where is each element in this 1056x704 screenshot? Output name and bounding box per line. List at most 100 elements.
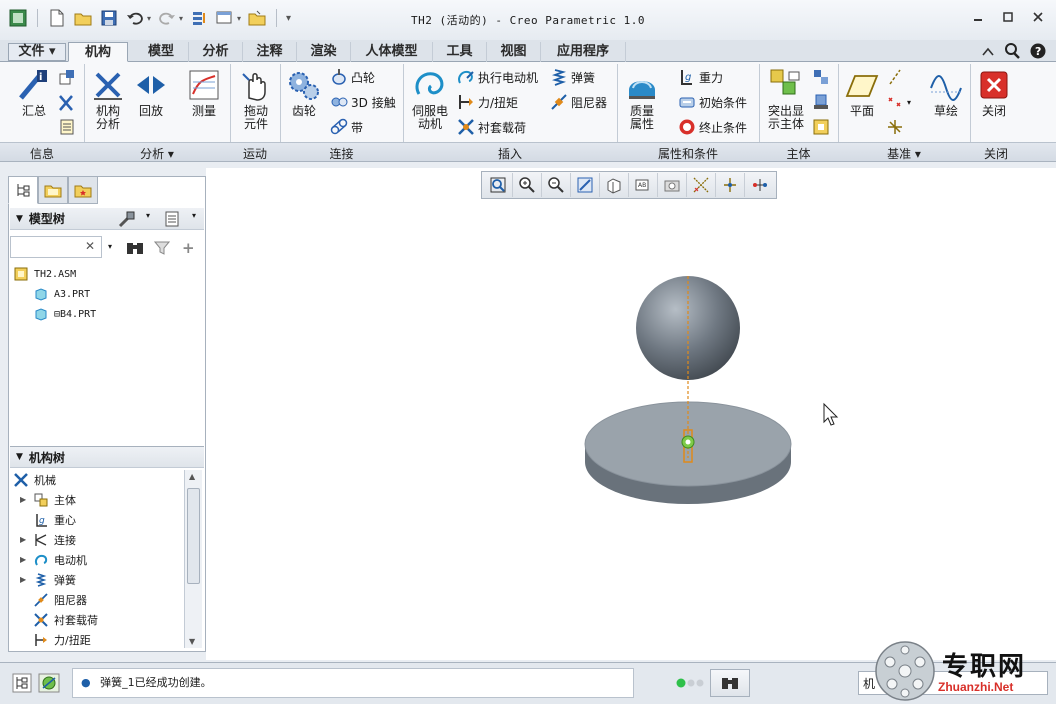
tab-manikin[interactable]: 人体模型 [350,42,432,62]
datum-display-icon[interactable] [687,173,716,197]
saved-orientations-icon[interactable]: AB [629,173,658,197]
info-tool-2[interactable] [58,92,79,114]
actuator-motor-button[interactable]: 执行电动机 [457,66,538,88]
graphics-window[interactable] [206,168,1056,660]
playback-button[interactable]: 回放 [132,68,170,118]
body-tool-2[interactable] [812,91,833,113]
restore-icon[interactable] [1000,10,1016,24]
zoom-out-icon[interactable] [542,173,571,197]
show-dropdown-icon[interactable]: ▾ [192,211,196,220]
repaint-icon[interactable] [571,173,600,197]
minimize-icon[interactable] [970,10,986,24]
scroll-up-icon[interactable]: ▲ [189,472,195,481]
tree-item-part[interactable]: ⊟B4.PRT [34,304,96,324]
mech-tree-item-gravity[interactable]: g 重心 [34,510,76,530]
mech-tree-item-motors[interactable]: 电动机 [34,550,87,570]
initial-conditions-button[interactable]: 初始条件 [678,91,747,113]
folder-browser-tab-icon[interactable] [38,176,68,204]
group-analysis-label[interactable]: 分析 ▾ [84,145,230,162]
search-icon[interactable] [1004,43,1020,62]
body-tool-3[interactable] [812,116,833,138]
model-tree-tab-icon[interactable] [8,176,38,204]
mech-tree-item-dampers[interactable]: 阻尼器 [34,590,87,610]
add-icon[interactable]: + [182,239,195,257]
collapse-section-icon[interactable]: ▼ [16,214,23,224]
settings-dropdown-icon[interactable]: ▾ [146,211,150,220]
gravity-button[interactable]: g 重力 [678,66,723,88]
mech-tree-item-bodies[interactable]: 主体 [34,490,76,510]
tab-view[interactable]: 视图 [486,42,540,62]
annotation-display-icon[interactable] [745,173,774,197]
3d-contact-button[interactable]: 3D 接触 [330,91,396,113]
termination-conditions-button[interactable]: 终止条件 [678,116,747,138]
summary-button[interactable]: i 汇总 [14,68,54,118]
scroll-down-icon[interactable]: ▼ [189,637,195,646]
group-datum-label[interactable]: 基准 ▾ [838,145,970,162]
expand-icon[interactable]: ▶ [20,495,26,504]
spin-center-icon[interactable] [716,173,745,197]
scroll-thumb[interactable] [187,488,200,584]
collapse-section-icon[interactable]: ▼ [16,452,23,462]
find-binoculars-icon[interactable] [126,240,144,259]
spring-button[interactable]: 弹簧 [550,66,595,88]
tree-settings-icon[interactable] [118,210,136,231]
view-manager-icon[interactable] [658,173,687,197]
tree-search-input[interactable]: ✕ [10,236,102,258]
info-tool-1[interactable] [58,66,79,88]
clear-search-icon[interactable]: ✕ [85,239,95,253]
model-view[interactable] [206,168,1056,660]
display-style-icon[interactable] [600,173,629,197]
point-dropdown-icon[interactable]: ▾ [907,98,911,107]
help-icon[interactable]: ? [1030,43,1046,62]
tree-item-part[interactable]: A3.PRT [34,284,90,304]
zoom-in-icon[interactable] [513,173,542,197]
cam-button[interactable]: 凸轮 [330,66,375,88]
mech-tree-item-bushing-loads[interactable]: 衬套载荷 [34,610,98,630]
mech-tree-scrollbar[interactable]: ▲ ▼ [184,470,202,648]
mech-analysis-button[interactable]: 机构 分析 [86,68,130,131]
show-columns-icon[interactable] [164,210,182,231]
tab-file[interactable]: 文件 ▾ [8,43,66,61]
gear-button[interactable]: 齿轮 [284,68,324,118]
drag-component-button[interactable]: 拖动 元件 [236,68,276,131]
tab-applications[interactable]: 应用程序 [540,42,626,62]
highlight-bodies-button[interactable]: 突出显 示主体 [764,68,808,131]
damper-button[interactable]: 阻尼器 [550,91,607,113]
close-mechanism-button[interactable]: 关闭 [974,68,1014,118]
bushing-load-button[interactable]: 衬套载荷 [457,116,526,138]
collapse-ribbon-icon[interactable] [982,46,994,60]
mass-properties-button[interactable]: 质量 属性 [622,68,662,131]
refit-icon[interactable] [484,173,513,197]
expand-icon[interactable]: ▶ [20,555,26,564]
toggle-navigator-icon[interactable] [12,673,32,696]
mech-tree-item-mechanism[interactable]: 机械 [14,470,56,490]
tab-annotate[interactable]: 注释 [242,42,296,62]
mech-tree-item-force-torque[interactable]: 力/扭距 [34,630,91,650]
find-button[interactable] [710,669,750,697]
body-tool-1[interactable] [812,66,833,88]
mech-tree-item-springs[interactable]: 弹簧 [34,570,76,590]
belt-button[interactable]: 带 [330,116,363,138]
tab-mechanism[interactable]: 机构 [68,42,128,62]
tab-tools[interactable]: 工具 [432,42,486,62]
datum-point-button[interactable]: ▾ [886,91,911,113]
sketch-button[interactable]: 草绘 [926,68,966,118]
tab-model[interactable]: 模型 [134,42,188,62]
servo-motor-button[interactable]: 伺服电 动机 [408,68,452,131]
measure-button[interactable]: 测量 [184,68,224,118]
search-dropdown-icon[interactable]: ▾ [108,242,112,251]
tree-item-assembly[interactable]: TH2.ASM [14,264,76,284]
info-tool-3[interactable] [58,116,79,138]
expand-icon[interactable]: ▶ [20,575,26,584]
close-icon[interactable] [1030,10,1046,24]
toggle-browser-icon[interactable] [38,673,60,696]
tab-analysis[interactable]: 分析 [188,42,242,62]
favorites-tab-icon[interactable] [68,176,98,204]
datum-plane-button[interactable]: 平面 [842,68,882,118]
datum-axis-button[interactable] [886,66,907,88]
filter-icon[interactable] [153,240,171,259]
datum-csys-button[interactable] [886,116,907,138]
expand-icon[interactable]: ▶ [20,535,26,544]
mech-tree-item-connections[interactable]: 连接 [34,530,76,550]
force-torque-button[interactable]: 力/扭矩 [457,91,518,113]
